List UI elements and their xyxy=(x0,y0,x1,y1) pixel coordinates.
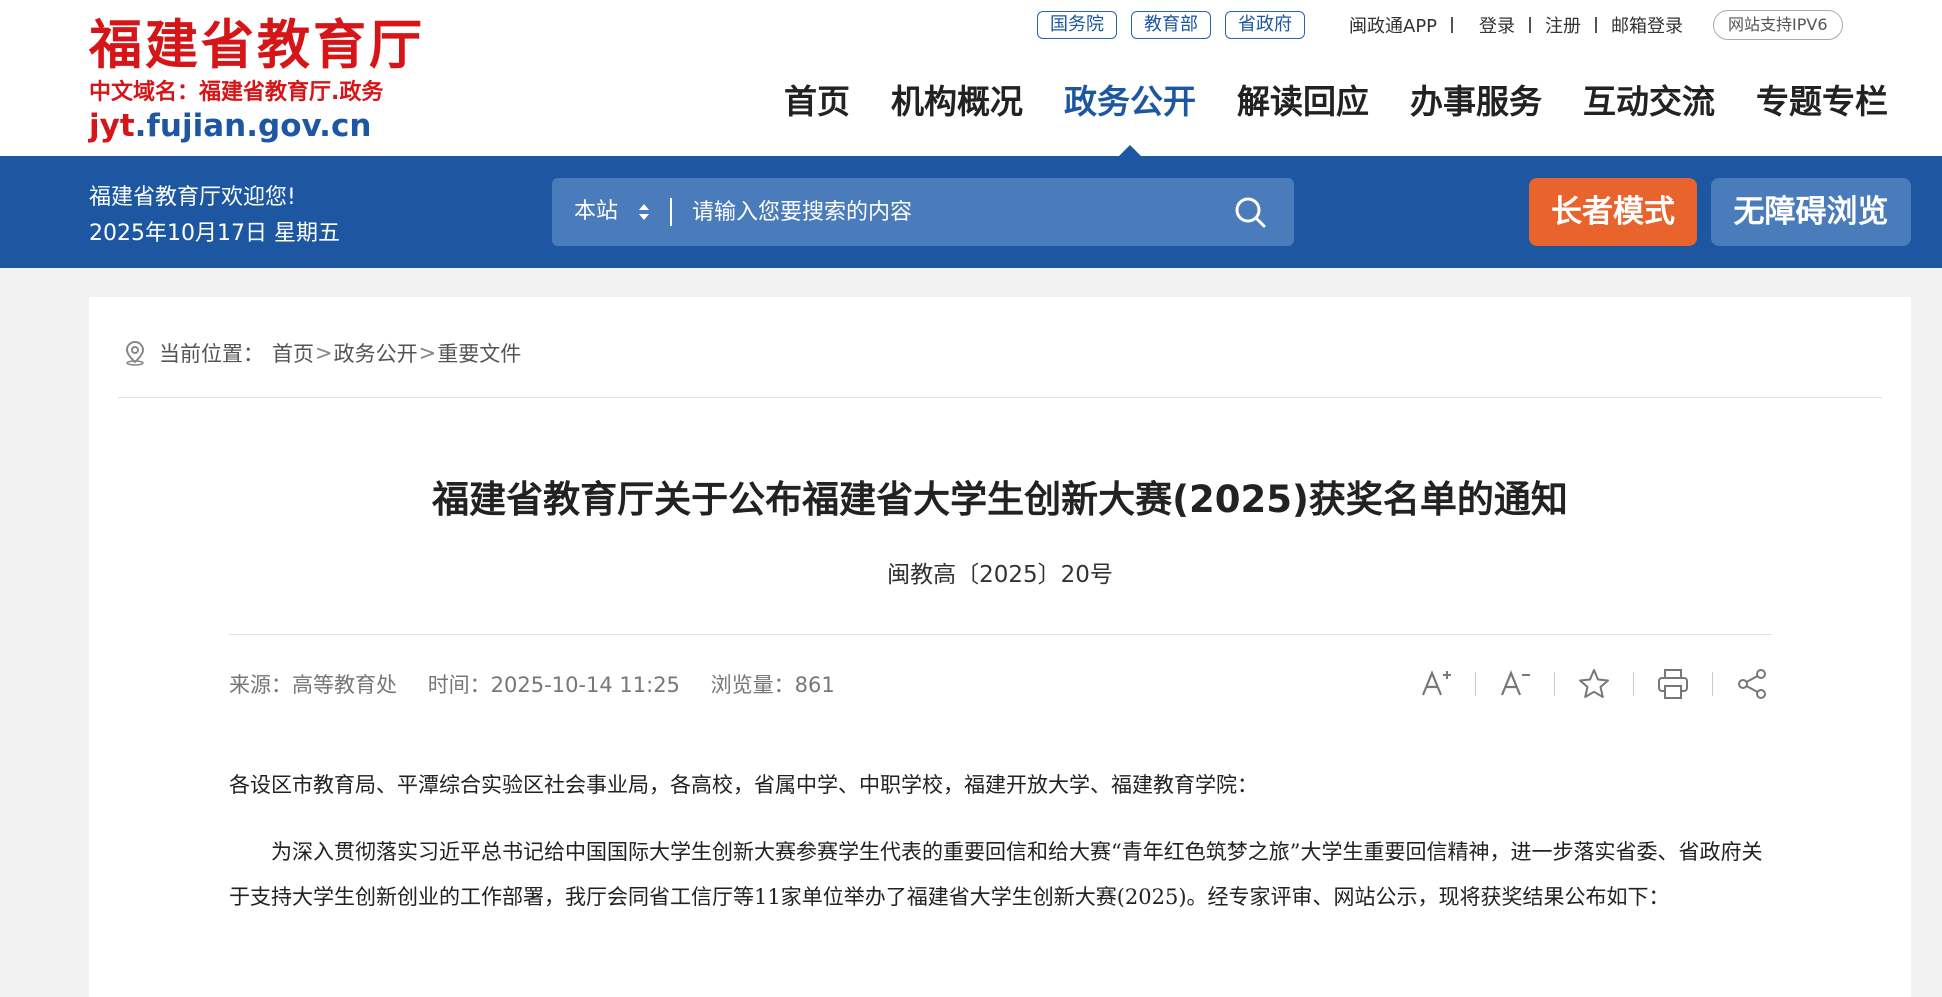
tool-divider xyxy=(1712,672,1713,696)
welcome-text: 福建省教育厅欢迎您! xyxy=(89,185,296,210)
nav-services[interactable]: 办事服务 xyxy=(1410,78,1542,126)
article-body: 各设区市教育局、平潭综合实验区社会事业局，各高校，省属中学、中职学校，福建开放大… xyxy=(229,763,1774,942)
article-meta: 来源：高等教育处 时间：2025-10-14 11:25 浏览量：861 xyxy=(229,669,859,699)
star-icon[interactable] xyxy=(1577,667,1611,701)
site-logo[interactable]: 福建省教育厅 中文域名：福建省教育厅.政务 jyt.fujian.gov.cn xyxy=(89,14,425,144)
article-source: 来源：高等教育处 xyxy=(229,673,397,697)
logo-domain-prefix: jyt xyxy=(89,108,135,144)
link-provincial-gov[interactable]: 省政府 xyxy=(1225,11,1305,39)
divider xyxy=(1529,17,1532,33)
top-links: 国务院 教育部 省政府 闽政通APP 登录 注册 邮箱登录 网站支持IPV6 xyxy=(1037,10,1843,40)
search-icon[interactable] xyxy=(1232,194,1268,230)
search-band: 福建省教育厅欢迎您! 2025年10月17日 星期五 本站 长者模式 无障碍浏览 xyxy=(0,156,1942,268)
divider xyxy=(1595,17,1598,33)
elder-mode-button[interactable]: 长者模式 xyxy=(1529,178,1697,246)
logo-title: 福建省教育厅 xyxy=(89,14,425,76)
article-tools xyxy=(1419,667,1769,701)
welcome-block: 福建省教育厅欢迎您! 2025年10月17日 星期五 xyxy=(89,180,340,252)
article-card: 当前位置： 首页 > 政务公开 > 重要文件 福建省教育厅关于公布福建省大学生创… xyxy=(89,297,1911,997)
article-time: 时间：2025-10-14 11:25 xyxy=(427,673,680,697)
nav-home[interactable]: 首页 xyxy=(784,78,850,126)
link-login[interactable]: 登录 xyxy=(1479,12,1515,38)
nav-topics[interactable]: 专题专栏 xyxy=(1756,78,1888,126)
share-icon[interactable] xyxy=(1735,667,1769,701)
link-register[interactable]: 注册 xyxy=(1545,12,1581,38)
main-nav: 首页 机构概况 政务公开 解读回应 办事服务 互动交流 专题专栏 xyxy=(784,78,1888,157)
current-date: 2025年10月17日 星期五 xyxy=(89,221,340,246)
article-title: 福建省教育厅关于公布福建省大学生创新大赛(2025)获奖名单的通知 xyxy=(432,478,1568,521)
search-divider xyxy=(670,198,672,226)
breadcrumb-important-docs[interactable]: 重要文件 xyxy=(437,338,521,368)
article-paragraph: 为深入贯彻落实习近平总书记给中国国际大学生创新大赛参赛学生代表的重要回信和给大赛… xyxy=(229,840,1763,909)
meta-divider xyxy=(229,634,1772,635)
breadcrumb: 当前位置： 首页 > 政务公开 > 重要文件 xyxy=(123,339,521,367)
logo-domain-rest: .fujian.gov.cn xyxy=(134,108,372,144)
nav-interaction[interactable]: 互动交流 xyxy=(1583,78,1715,126)
font-decrease-icon[interactable] xyxy=(1498,667,1532,701)
breadcrumb-label: 当前位置： xyxy=(159,342,264,366)
link-minzhengtong-app[interactable]: 闽政通APP xyxy=(1349,12,1437,38)
tool-divider xyxy=(1475,672,1476,696)
search-scope-select[interactable]: 本站 xyxy=(574,178,618,246)
divider xyxy=(1451,17,1454,33)
print-icon[interactable] xyxy=(1656,667,1690,701)
logo-chinese-domain: 中文域名：福建省教育厅.政务 xyxy=(89,80,384,105)
breadcrumb-home[interactable]: 首页 xyxy=(272,338,314,368)
breadcrumb-separator: > xyxy=(418,341,437,365)
article-salutation: 各设区市教育局、平潭综合实验区社会事业局，各高校，省属中学、中职学校，福建开放大… xyxy=(229,773,1258,797)
font-increase-icon[interactable] xyxy=(1419,667,1453,701)
location-pin-icon xyxy=(125,340,145,366)
breadcrumb-separator: > xyxy=(315,341,333,365)
nav-organization[interactable]: 机构概况 xyxy=(891,78,1023,126)
article-views: 浏览量：861 xyxy=(710,673,835,697)
breadcrumb-gov-affairs[interactable]: 政务公开 xyxy=(334,338,418,368)
nav-gov-affairs[interactable]: 政务公开 xyxy=(1064,78,1196,157)
tool-divider xyxy=(1633,672,1634,696)
search-box: 本站 xyxy=(552,178,1294,246)
breadcrumb-divider xyxy=(118,397,1882,398)
accessible-browse-button[interactable]: 无障碍浏览 xyxy=(1711,178,1911,246)
tool-divider xyxy=(1554,672,1555,696)
nav-interpretation[interactable]: 解读回应 xyxy=(1237,78,1369,126)
search-scope-label: 本站 xyxy=(574,199,619,224)
updown-arrow-icon[interactable] xyxy=(638,200,650,224)
ipv6-badge: 网站支持IPV6 xyxy=(1713,10,1843,40)
link-mail-login[interactable]: 邮箱登录 xyxy=(1611,12,1683,38)
link-ministry-education[interactable]: 教育部 xyxy=(1131,11,1211,39)
link-state-council[interactable]: 国务院 xyxy=(1037,11,1117,39)
search-input[interactable] xyxy=(692,192,1212,232)
site-header: 福建省教育厅 中文域名：福建省教育厅.政务 jyt.fujian.gov.cn … xyxy=(0,0,1942,157)
document-number: 闽教高〔2025〕20号 xyxy=(887,562,1113,588)
logo-domain: jyt.fujian.gov.cn xyxy=(89,108,425,144)
